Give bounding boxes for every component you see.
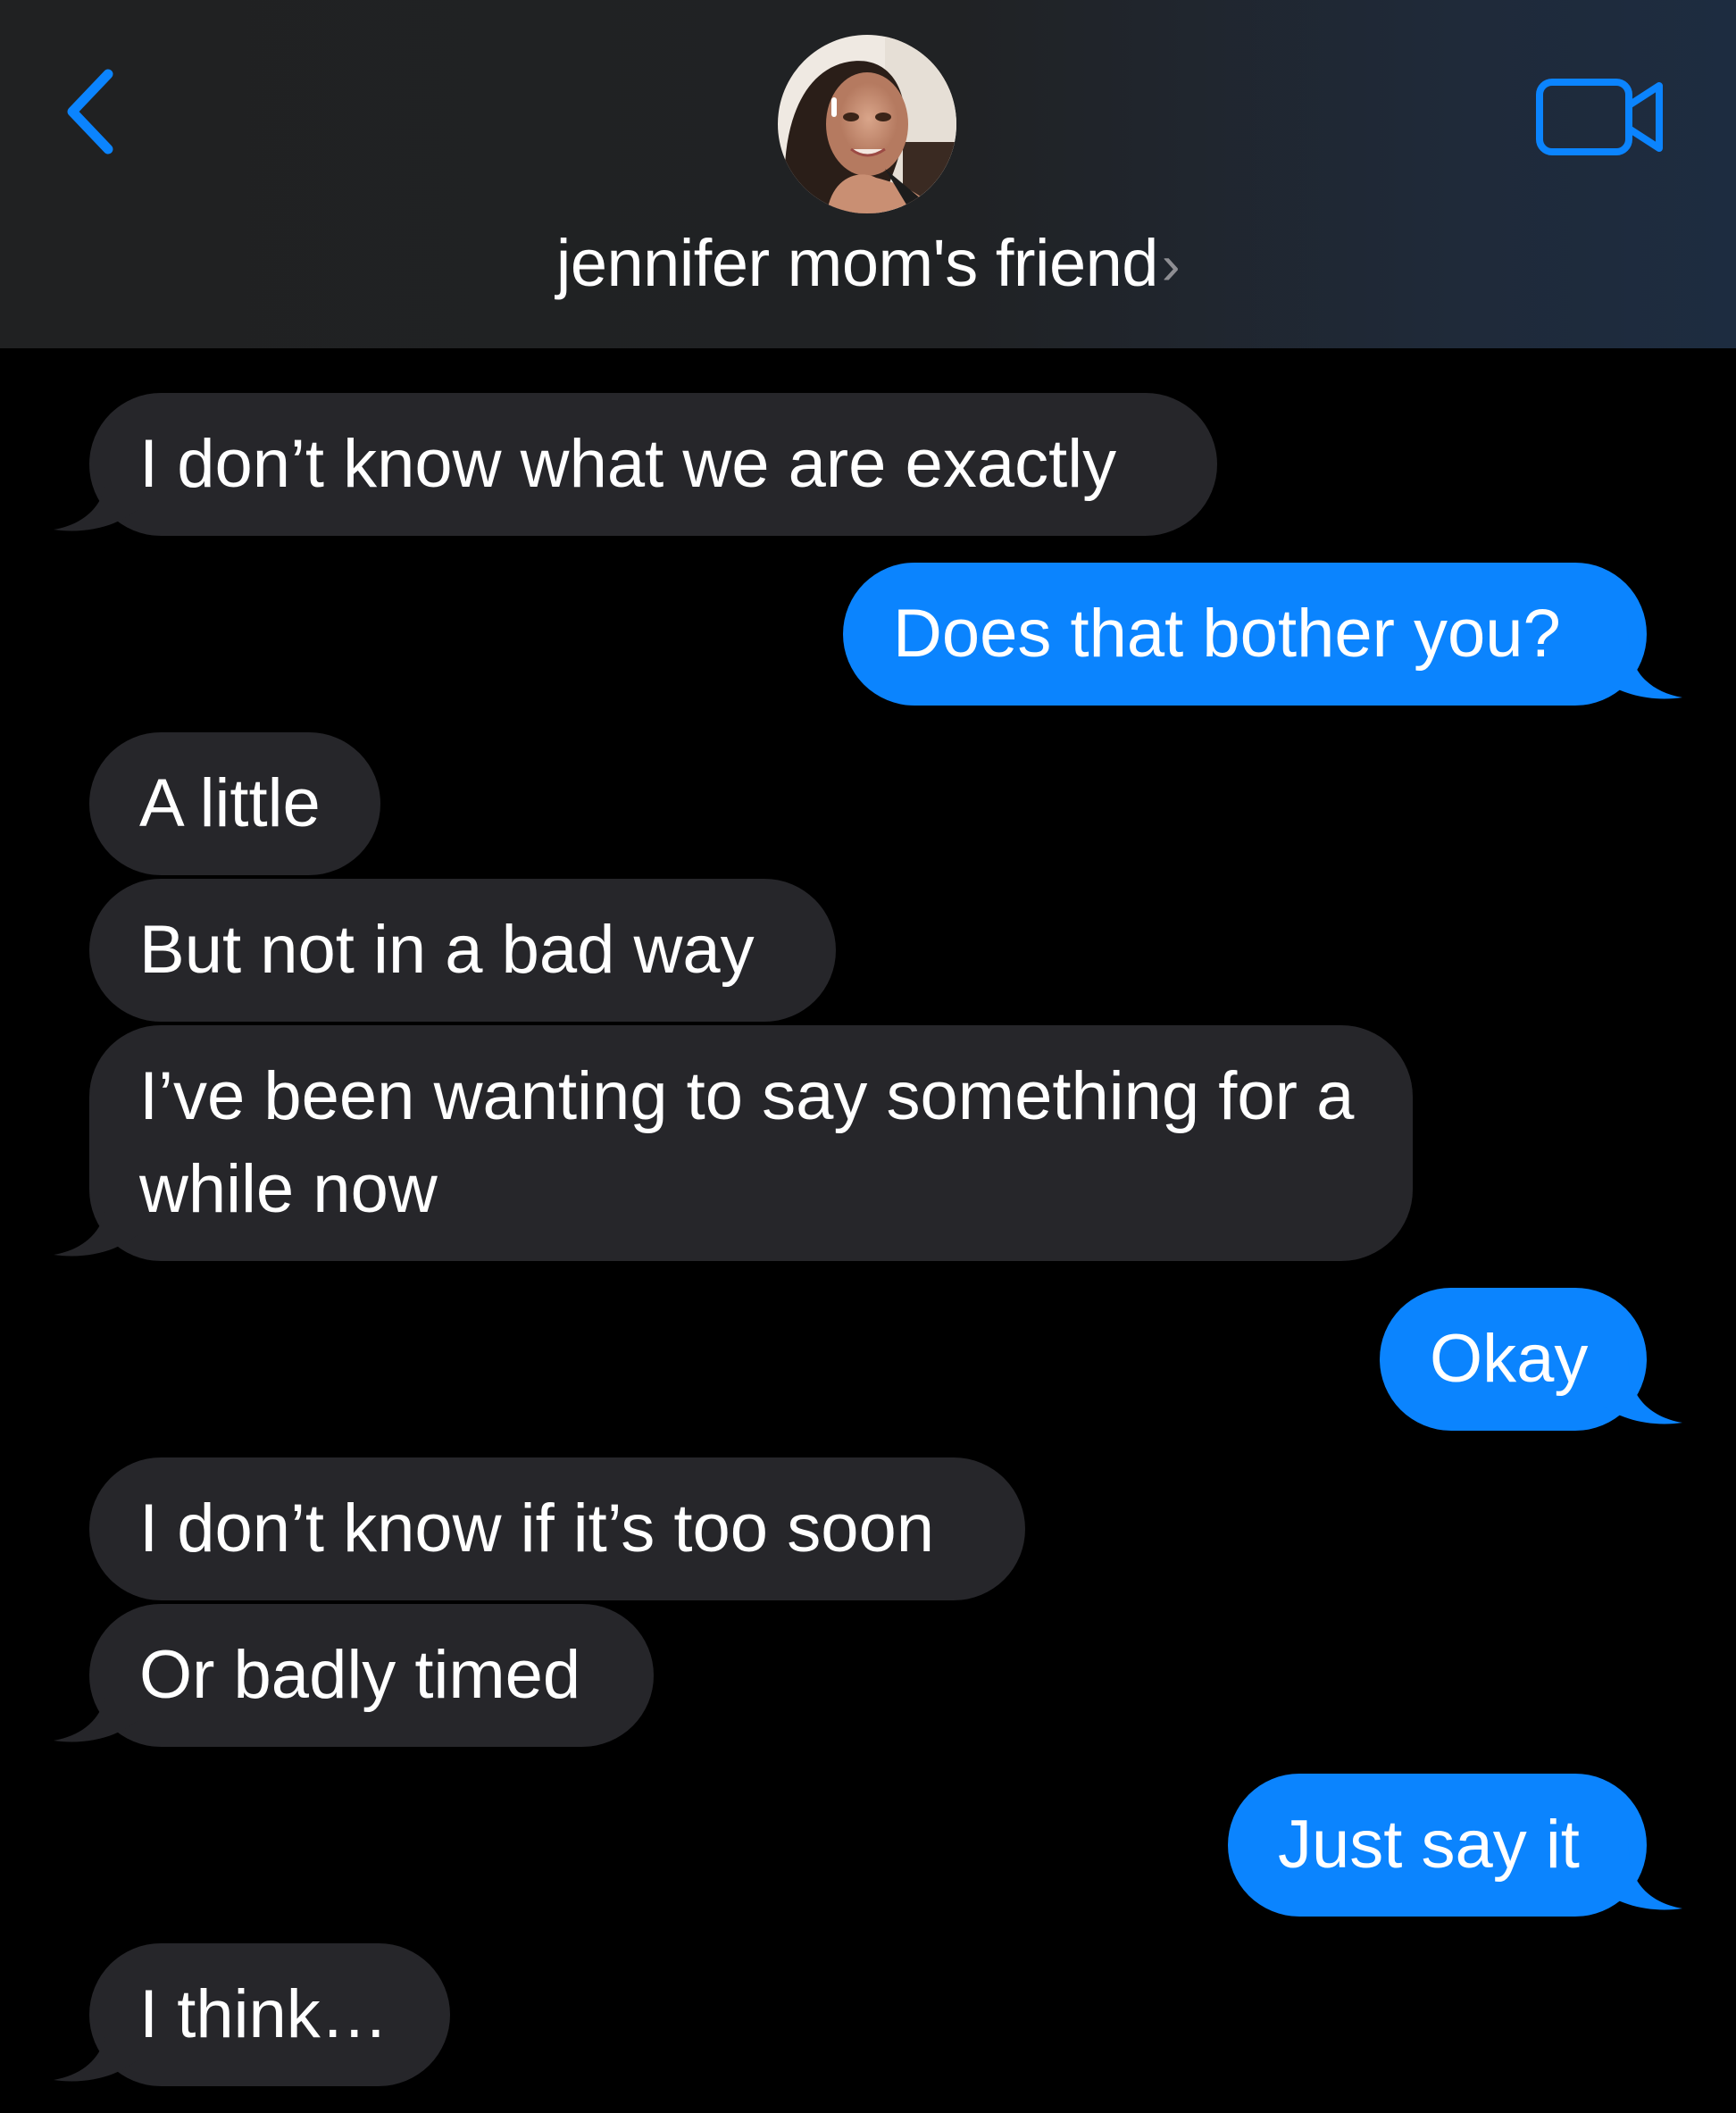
message-text: A little xyxy=(139,765,321,841)
message-text: Or badly timed xyxy=(139,1637,581,1713)
outgoing-bubble-tail xyxy=(1598,1357,1682,1424)
incoming-message[interactable]: I’ve been wanting to say something for a… xyxy=(89,1025,1413,1261)
incoming-bubble-tail xyxy=(54,2015,138,2082)
outgoing-bubble-tail xyxy=(1598,632,1682,699)
conversation-header: jennifer mom's friend› xyxy=(0,0,1736,348)
incoming-message[interactable]: I think… xyxy=(89,1943,450,2086)
contact-name-button[interactable]: jennifer mom's friend› xyxy=(0,223,1736,306)
incoming-message[interactable]: Or badly timed xyxy=(89,1604,654,1747)
avatar-photo xyxy=(778,35,956,213)
contact-name: jennifer mom's friend xyxy=(555,226,1159,300)
message-text: I don’t know what we are exactly xyxy=(139,426,1117,502)
outgoing-message[interactable]: Does that bother you? xyxy=(843,563,1647,706)
contact-avatar[interactable] xyxy=(778,35,956,213)
message-text: But not in a bad way xyxy=(139,912,755,988)
message-text: I think… xyxy=(139,1976,388,2052)
message-text: I’ve been wanting to say something for a… xyxy=(139,1058,1355,1227)
incoming-message[interactable]: I don’t know if it’s too soon xyxy=(89,1457,1025,1600)
chevron-right-icon: › xyxy=(1161,235,1181,296)
incoming-bubble-tail xyxy=(54,1675,138,1742)
chevron-left-icon xyxy=(67,69,113,155)
message-text: Does that bother you? xyxy=(893,596,1561,672)
back-button[interactable] xyxy=(59,63,121,161)
incoming-bubble-tail xyxy=(54,464,138,531)
video-camera-icon xyxy=(1536,79,1663,155)
outgoing-message[interactable]: Just say it xyxy=(1228,1774,1647,1917)
incoming-message[interactable]: I don’t know what we are exactly xyxy=(89,393,1217,536)
incoming-message[interactable]: But not in a bad way xyxy=(89,879,836,1022)
incoming-bubble-tail xyxy=(54,1190,138,1257)
facetime-video-button[interactable] xyxy=(1534,71,1668,161)
message-text: I don’t know if it’s too soon xyxy=(139,1491,934,1566)
message-text: Just say it xyxy=(1278,1807,1580,1883)
outgoing-bubble-tail xyxy=(1598,1843,1682,1910)
message-text: Okay xyxy=(1430,1321,1589,1397)
incoming-message[interactable]: A little xyxy=(89,732,380,875)
